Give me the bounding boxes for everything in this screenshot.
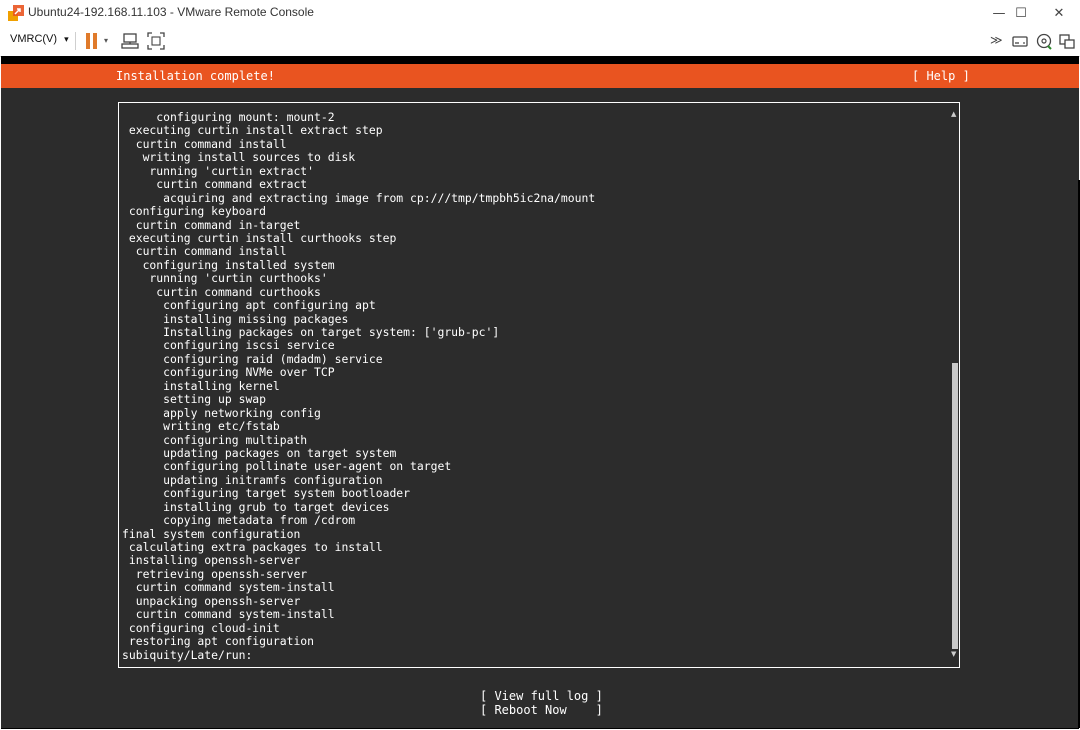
log-line: configuring raid (mdadm) service xyxy=(122,351,383,366)
install-log-list: configuring mount: mount-2 executing cur… xyxy=(122,110,596,662)
log-line: copying metadata from /cdrom xyxy=(122,513,356,528)
window-titlebar: Ubuntu24-192.168.11.103 - VMware Remote … xyxy=(0,0,1080,26)
log-line: configuring pollinate user-agent on targ… xyxy=(122,459,452,474)
log-line: executing curtin install extract step xyxy=(122,123,383,138)
log-line: curtin command in-target xyxy=(122,217,301,232)
log-line: configuring target system bootloader xyxy=(122,486,411,501)
log-line: writing install sources to disk xyxy=(122,150,356,165)
log-line: running 'curtin curthooks' xyxy=(122,271,328,286)
log-line: acquiring and extracting image from cp:/… xyxy=(122,190,596,205)
log-line: running 'curtin extract' xyxy=(122,163,315,178)
cd-dvd-icon[interactable] xyxy=(1034,31,1054,51)
removable-devices-icon[interactable] xyxy=(1010,31,1030,51)
install-log-panel[interactable]: configuring mount: mount-2 executing cur… xyxy=(118,102,960,668)
log-line: configuring multipath xyxy=(122,432,308,447)
usb-icon[interactable] xyxy=(1057,31,1077,51)
scroll-up-icon[interactable]: ▲ xyxy=(951,110,956,118)
pause-dropdown-icon[interactable]: ▾ xyxy=(104,36,108,45)
log-line: retrieving openssh-server xyxy=(122,566,308,581)
window-title: Ubuntu24-192.168.11.103 - VMware Remote … xyxy=(28,5,314,19)
log-line: installing kernel xyxy=(122,378,280,393)
log-line: configuring mount: mount-2 xyxy=(122,110,335,124)
log-line: installing openssh-server xyxy=(122,553,301,568)
log-line: subiquity/Late/run: xyxy=(122,647,253,662)
scrollbar-thumb[interactable] xyxy=(952,363,958,649)
log-line: updating packages on target system xyxy=(122,445,397,460)
close-button[interactable]: ✕ xyxy=(1036,0,1080,26)
reboot-now-button[interactable]: [ Reboot Now ] xyxy=(480,703,603,717)
more-icon[interactable]: ≫ xyxy=(990,33,1003,47)
log-line: configuring keyboard xyxy=(122,204,267,219)
log-line: apply networking config xyxy=(122,405,321,420)
log-line: curtin command system-install xyxy=(122,580,335,595)
send-ctrl-alt-del-icon[interactable] xyxy=(120,31,140,51)
log-line: installing missing packages xyxy=(122,311,349,326)
log-line: final system configuration xyxy=(122,526,301,541)
log-scrollbar[interactable]: ▲ ▼ xyxy=(951,110,959,660)
log-line: curtin command system-install xyxy=(122,607,335,622)
log-line: configuring apt configuring apt xyxy=(122,298,376,313)
vmrc-menu-label: VMRC(V) xyxy=(10,33,58,45)
log-line: curtin command extract xyxy=(122,177,308,192)
log-line: unpacking openssh-server xyxy=(122,593,301,608)
log-line: configuring cloud-init xyxy=(122,620,280,635)
log-line: Installing packages on target system: ['… xyxy=(122,325,500,339)
log-line: setting up swap xyxy=(122,392,267,407)
scroll-down-icon[interactable]: ▼ xyxy=(951,650,956,658)
log-line: writing etc/fstab xyxy=(122,419,280,434)
vmrc-menu[interactable]: VMRC(V) ▾ xyxy=(10,33,69,45)
log-line: configuring iscsi service xyxy=(122,338,335,353)
log-line: installing grub to target devices xyxy=(122,499,390,514)
log-line: curtin command install xyxy=(122,136,287,151)
vmware-logo-icon xyxy=(8,5,24,21)
vmrc-toolbar: VMRC(V) ▾ ▾ ≫ xyxy=(0,26,1080,57)
log-line: configuring NVMe over TCP xyxy=(122,365,335,380)
toolbar-separator xyxy=(75,32,76,50)
log-line: curtin command curthooks xyxy=(122,284,321,299)
pause-icon[interactable] xyxy=(86,33,98,49)
fullscreen-icon[interactable] xyxy=(146,31,166,51)
chevron-down-icon: ▾ xyxy=(64,34,69,44)
log-line: calculating extra packages to install xyxy=(122,540,383,554)
log-line: curtin command install xyxy=(122,244,287,259)
help-button[interactable]: [ Help ] xyxy=(912,69,970,83)
installer-header: Installation complete! [ Help ] xyxy=(1,64,1079,88)
log-line: restoring apt configuration xyxy=(122,634,315,649)
log-line: configuring installed system xyxy=(122,257,335,272)
view-full-log-button[interactable]: [ View full log ] xyxy=(480,689,603,703)
log-line: executing curtin install curthooks step xyxy=(122,230,397,245)
log-line: updating initramfs configuration xyxy=(122,472,383,487)
page-title: Installation complete! xyxy=(116,69,275,83)
